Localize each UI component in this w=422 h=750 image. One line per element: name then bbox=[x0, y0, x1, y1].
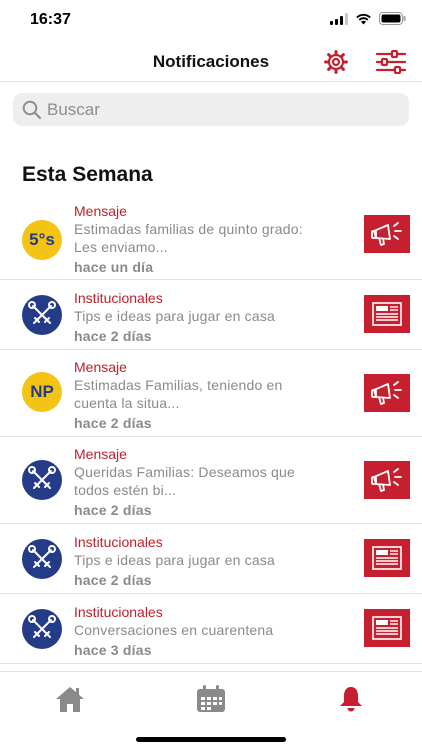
crossed-keys-logo-icon bbox=[28, 466, 56, 489]
filter-sliders-icon[interactable] bbox=[376, 50, 406, 74]
status-bar: 16:37 bbox=[0, 0, 422, 40]
crossed-keys-logo-icon bbox=[28, 545, 56, 568]
notification-item[interactable]: 5°s Mensaje Estimadas familias de quinto… bbox=[0, 195, 422, 280]
signal-icon bbox=[330, 12, 348, 25]
notification-text: Queridas Familias: Deseamos que bbox=[74, 464, 295, 480]
notification-item[interactable]: Institucionales Tips e ideas para jugar … bbox=[0, 280, 422, 350]
school-logo-avatar bbox=[22, 460, 62, 500]
settings-gear-icon[interactable] bbox=[324, 50, 348, 74]
notification-category: Institucionales bbox=[74, 604, 163, 620]
thumbnail bbox=[364, 374, 410, 412]
notification-category: Mensaje bbox=[74, 203, 127, 219]
notification-text-cont: cuenta la situa... bbox=[74, 395, 180, 411]
battery-icon bbox=[379, 12, 406, 25]
crossed-keys-logo-icon bbox=[28, 301, 56, 324]
notification-item[interactable]: Institucionales Conversaciones en cuaren… bbox=[0, 594, 422, 664]
home-icon bbox=[56, 687, 84, 712]
calendar-icon bbox=[197, 685, 225, 712]
notification-item[interactable]: Institucionales Tips e ideas para jugar … bbox=[0, 524, 422, 594]
bell-icon bbox=[340, 687, 362, 712]
newspaper-icon bbox=[372, 546, 402, 570]
notification-list: 5°s Mensaje Estimadas familias de quinto… bbox=[0, 195, 422, 664]
notification-time: hace 2 días bbox=[74, 328, 152, 344]
school-logo-avatar bbox=[22, 609, 62, 649]
thumbnail bbox=[364, 609, 410, 647]
megaphone-icon bbox=[371, 381, 402, 405]
school-logo-avatar bbox=[22, 295, 62, 335]
notification-text-cont: todos estén bi... bbox=[74, 482, 177, 498]
notification-text: Conversaciones en cuarentena bbox=[74, 622, 274, 638]
notification-item[interactable]: NP Mensaje Estimadas Familias, teniendo … bbox=[0, 350, 422, 437]
thumbnail bbox=[364, 295, 410, 333]
status-time: 16:37 bbox=[30, 11, 71, 28]
notification-text: Tips e ideas para jugar en casa bbox=[74, 552, 276, 568]
crossed-keys-logo-icon bbox=[28, 615, 56, 638]
notification-time: hace 2 días bbox=[74, 502, 152, 518]
search-icon bbox=[22, 100, 42, 119]
tab-notifications[interactable] bbox=[334, 684, 368, 714]
notification-time: hace 3 días bbox=[74, 642, 152, 658]
notification-category: Institucionales bbox=[74, 290, 163, 306]
notification-text: Estimadas familias de quinto grado: bbox=[74, 221, 303, 237]
section-title: Esta Semana bbox=[22, 163, 153, 186]
avatar-5s: 5°s bbox=[22, 220, 62, 260]
search-input[interactable] bbox=[47, 99, 387, 120]
notification-text: Tips e ideas para jugar en casa bbox=[74, 308, 276, 324]
notification-item[interactable]: Mensaje Queridas Familias: Deseamos que … bbox=[0, 437, 422, 524]
school-logo-avatar bbox=[22, 539, 62, 579]
notification-time: hace 2 días bbox=[74, 572, 152, 588]
avatar-np: NP bbox=[22, 372, 62, 412]
page-title: Notificaciones bbox=[152, 52, 270, 71]
notification-category: Institucionales bbox=[74, 534, 163, 550]
tab-home[interactable] bbox=[53, 684, 87, 714]
status-icons bbox=[330, 12, 406, 25]
notification-text: Estimadas Familias, teniendo en bbox=[74, 377, 283, 393]
thumbnail bbox=[364, 215, 410, 253]
megaphone-icon bbox=[371, 468, 402, 492]
notification-time: hace un día bbox=[74, 259, 154, 275]
home-indicator bbox=[136, 737, 286, 742]
newspaper-icon bbox=[372, 302, 402, 326]
notification-time: hace 2 días bbox=[74, 415, 152, 431]
thumbnail bbox=[364, 539, 410, 577]
wifi-icon bbox=[356, 13, 371, 24]
tab-calendar[interactable] bbox=[194, 684, 228, 714]
thumbnail bbox=[364, 461, 410, 499]
search-bar[interactable] bbox=[13, 93, 409, 126]
navigation-bar: Notificaciones bbox=[0, 40, 422, 82]
notification-category: Mensaje bbox=[74, 359, 127, 375]
megaphone-icon bbox=[371, 222, 402, 246]
notification-text-cont: Les enviamo... bbox=[74, 239, 168, 255]
notification-category: Mensaje bbox=[74, 446, 127, 462]
newspaper-icon bbox=[372, 616, 402, 640]
